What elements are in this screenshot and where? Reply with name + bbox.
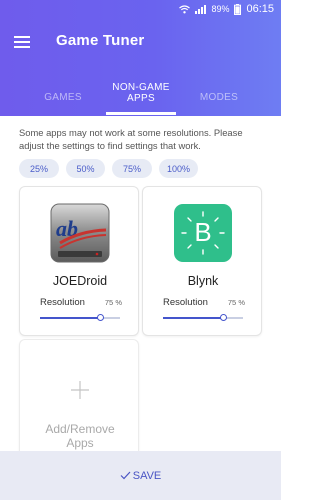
tab-non-game-apps-line1: NON-GAME — [112, 82, 170, 93]
slider-fill — [163, 317, 223, 319]
joedroid-app-icon: ab — [50, 203, 110, 263]
wifi-icon — [179, 4, 191, 14]
slider-fill — [40, 317, 100, 319]
game-tuner-screen: 89% 06:15 Game Tuner GAMES NON-GAME APPS… — [0, 0, 281, 500]
resolution-notice: Some apps may not work at some resolutio… — [19, 127, 243, 151]
resolution-label: Resolution — [40, 297, 85, 308]
tab-games[interactable]: GAMES — [26, 74, 100, 120]
preset-75-button[interactable]: 75% — [112, 159, 152, 178]
app-name: JOEDroid — [52, 274, 108, 288]
preset-25-button[interactable]: 25% — [19, 159, 59, 178]
preset-100-button[interactable]: 100% — [159, 159, 198, 178]
signal-icon — [195, 4, 207, 14]
app-header: 89% 06:15 Game Tuner GAMES NON-GAME APPS… — [0, 0, 281, 116]
status-time: 06:15 — [246, 3, 274, 15]
app-bar: Game Tuner — [0, 18, 281, 66]
app-card-blynk[interactable]: B Blynk Resolution 75 % — [142, 186, 262, 336]
resolution-slider[interactable] — [163, 314, 243, 322]
slider-thumb[interactable] — [220, 314, 227, 321]
tab-modes[interactable]: MODES — [182, 74, 256, 120]
save-button[interactable]: SAVE — [0, 451, 281, 500]
add-remove-apps-card[interactable]: Add/Remove Apps — [19, 339, 139, 464]
check-icon — [120, 471, 131, 480]
resolution-row: Resolution 75 % — [163, 297, 245, 309]
resolution-presets: 25% 50% 75% 100% — [19, 159, 205, 179]
blynk-letter: B — [194, 217, 212, 247]
app-card-joedroid[interactable]: ab JOEDroid Resolution 75 % — [19, 186, 139, 336]
app-name: Blynk — [187, 274, 219, 288]
battery-percent: 89% — [211, 4, 230, 14]
tab-indicator — [106, 112, 176, 115]
add-remove-label: Add/Remove Apps — [20, 422, 140, 450]
tab-bar: GAMES NON-GAME APPS MODES — [0, 70, 281, 116]
add-remove-label-line1: Add/Remove — [45, 422, 115, 436]
blynk-app-icon: B — [173, 203, 233, 263]
slider-thumb[interactable] — [97, 314, 104, 321]
preset-50-button[interactable]: 50% — [66, 159, 105, 178]
plus-icon — [70, 380, 90, 400]
add-remove-label-line2: Apps — [66, 436, 94, 450]
page-title: Game Tuner — [56, 32, 145, 49]
battery-icon — [234, 3, 242, 15]
resolution-value: 75 % — [227, 298, 245, 307]
resolution-row: Resolution 75 % — [40, 297, 122, 309]
resolution-label: Resolution — [163, 297, 208, 308]
status-bar: 89% 06:15 — [0, 0, 281, 18]
tab-non-game-apps[interactable]: NON-GAME APPS — [100, 70, 182, 116]
resolution-value: 75 % — [104, 298, 122, 307]
resolution-slider[interactable] — [40, 314, 120, 322]
save-label: SAVE — [132, 469, 162, 482]
tab-non-game-apps-line2: APPS — [127, 93, 155, 104]
hamburger-menu-icon[interactable] — [14, 36, 30, 48]
